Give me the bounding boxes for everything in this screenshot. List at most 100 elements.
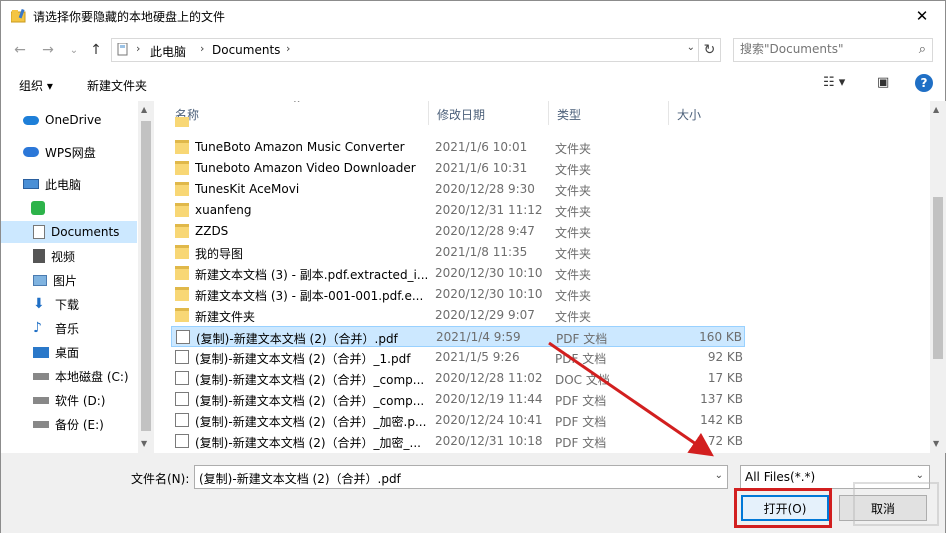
- list-item[interactable]: (复制)-新建文本文档 (2)（合并）_comp... 2020/12/19 11…: [171, 389, 745, 410]
- folder-icon: [175, 117, 189, 127]
- file-type: 文件夹: [555, 247, 592, 261]
- breadcrumb-separator: ›: [200, 42, 205, 55]
- navigation-row: ← → ⌄ ↑ › 此电脑 › Documents › ⌄ ↻ ⌕: [1, 35, 945, 65]
- sidebar-item-label: 本地磁盘 (C:): [55, 369, 129, 384]
- sidebar-item-drive-e[interactable]: 备份 (E:): [33, 413, 154, 435]
- list-item[interactable]: 新建文本文档 (3) - 副本-001-001.pdf.e... 2020/12/…: [171, 284, 745, 305]
- help-button[interactable]: ?: [915, 74, 933, 92]
- breadcrumb-documents[interactable]: Documents: [212, 43, 280, 57]
- address-bar[interactable]: › 此电脑 › Documents › ⌄: [111, 38, 699, 62]
- scroll-up-icon[interactable]: ▲: [141, 105, 147, 114]
- scroll-down-icon[interactable]: ▼: [933, 439, 939, 448]
- file-date: 2020/12/31 10:18: [435, 434, 543, 448]
- sidebar-item-drive-d[interactable]: 软件 (D:): [33, 389, 154, 411]
- file-list-scrollbar[interactable]: ▲ ▼: [930, 101, 946, 453]
- folder-icon: [175, 203, 189, 217]
- list-item[interactable]: (复制)-新建文本文档 (2)（合并）_1.pdf 2021/1/5 9:26 PD…: [171, 347, 745, 368]
- list-item[interactable]: (复制)-新建文本文档 (2)（合并）_加密_... 2020/12/31 10:…: [171, 431, 745, 452]
- file-name: Tuneboto Amazon Video Downloader: [195, 161, 416, 175]
- chevron-down-icon[interactable]: ⌄: [715, 470, 723, 481]
- file-type-value: All Files(*.*): [745, 470, 816, 484]
- file-date: 2021/1/6 10:01: [435, 140, 528, 154]
- navigation-pane: OneDrive WPS网盘 此电脑 Documents 视频 图片 ⬇ 下载: [1, 101, 154, 453]
- music-icon: ♪: [33, 320, 42, 336]
- sidebar-item-downloads[interactable]: ⬇ 下载: [33, 293, 154, 315]
- file-name: 新建文本文档 (3) - 副本-001-001.pdf.e...: [195, 289, 424, 303]
- sidebar-item-videos[interactable]: 视频: [33, 245, 154, 267]
- scrollbar-thumb[interactable]: [933, 197, 943, 359]
- sidebar-item-onedrive[interactable]: OneDrive: [23, 109, 154, 131]
- scroll-up-icon[interactable]: ▲: [933, 105, 939, 114]
- folder-icon: [175, 266, 189, 280]
- cloud-icon: [23, 115, 39, 125]
- search-box[interactable]: ⌕: [733, 38, 933, 62]
- computer-icon: [23, 179, 39, 189]
- file-type: DOC 文档: [555, 373, 610, 387]
- folder-pen-icon: [11, 9, 26, 23]
- list-item[interactable]: 我的导图 2021/1/8 11:35 文件夹: [171, 242, 745, 263]
- back-button[interactable]: ←: [9, 39, 31, 61]
- search-input[interactable]: [740, 42, 910, 56]
- organize-button[interactable]: 组织 ▾: [19, 77, 53, 94]
- help-icon: ?: [920, 76, 928, 90]
- recent-locations-button[interactable]: ⌄: [63, 39, 85, 61]
- list-item[interactable]: (复制)-新建文本文档 (2)（合并）_加密.p... 2020/12/24 10…: [171, 410, 745, 431]
- sidebar-item-documents[interactable]: Documents: [1, 221, 137, 243]
- sidebar-item-desktop[interactable]: 桌面: [33, 341, 154, 363]
- new-folder-button[interactable]: 新建文件夹: [87, 77, 147, 94]
- chevron-down-icon: ⌄: [69, 44, 79, 56]
- sidebar-item-music[interactable]: ♪ 音乐: [33, 317, 154, 339]
- filename-value: (复制)-新建文本文档 (2)（合并）.pdf: [199, 472, 401, 486]
- drive-icon: [33, 396, 49, 404]
- chevron-down-icon[interactable]: ⌄: [687, 42, 695, 53]
- scroll-down-icon[interactable]: ▼: [141, 439, 147, 448]
- list-item[interactable]: (复制)-新建文本文档 (2)（合并）.pdf 2021/1/4 9:59 PDF …: [171, 326, 745, 347]
- list-item[interactable]: ZZDS 2020/12/28 9:47 文件夹: [171, 221, 745, 242]
- sidebar-scrollbar[interactable]: ▲ ▼: [138, 101, 154, 453]
- list-item[interactable]: TunesKit AceMovi 2020/12/28 9:30 文件夹: [171, 179, 745, 200]
- file-open-dialog: 请选择你要隐藏的本地硬盘上的文件 ✕ ← → ⌄ ↑ › 此电脑 › Docum…: [0, 0, 946, 533]
- file-date: 2020/12/29 9:07: [435, 308, 535, 322]
- sidebar-item-drive-c[interactable]: 本地磁盘 (C:): [33, 365, 154, 387]
- forward-button[interactable]: →: [37, 39, 59, 61]
- file-size: 17 KB: [707, 371, 743, 385]
- list-item[interactable]: (复制)-新建文本文档 (2)（合并）_comp... 2020/12/28 11…: [171, 368, 745, 389]
- arrow-right-icon: →: [42, 42, 54, 58]
- folder-icon: [175, 140, 189, 154]
- file-type: PDF 文档: [556, 332, 608, 346]
- sidebar-item-this-pc[interactable]: 此电脑: [23, 173, 154, 195]
- sidebar-item-label: OneDrive: [45, 113, 102, 127]
- sidebar-item-label: 桌面: [55, 345, 80, 360]
- view-options-icon[interactable]: ☷ ▾: [823, 75, 845, 90]
- file-date: 2021/1/8 11:35: [435, 245, 528, 259]
- annotation-highlight-box: [734, 488, 832, 528]
- doc-file-icon: [175, 371, 189, 385]
- file-name: (复制)-新建文本文档 (2)（合并）_comp...: [195, 373, 425, 387]
- sidebar-item-label: 音乐: [55, 321, 80, 336]
- up-button[interactable]: ↑: [85, 39, 107, 61]
- pdf-file-icon: [176, 330, 190, 344]
- sidebar-item-app[interactable]: [31, 197, 154, 219]
- list-item-clipped[interactable]: [171, 117, 745, 127]
- refresh-button[interactable]: ↻: [699, 38, 721, 62]
- list-item[interactable]: xuanfeng 2020/12/31 11:12 文件夹: [171, 200, 745, 221]
- preview-pane-icon[interactable]: ▣: [877, 75, 889, 90]
- file-name: 我的导图: [195, 247, 244, 261]
- list-item[interactable]: 新建文件夹 2020/12/29 9:07 文件夹: [171, 305, 745, 326]
- sidebar-item-pictures[interactable]: 图片: [33, 269, 154, 291]
- file-size: 92 KB: [707, 350, 743, 364]
- folder-icon: [175, 308, 189, 322]
- list-item[interactable]: TuneBoto Amazon Music Converter 2021/1/6 …: [171, 137, 745, 158]
- close-button[interactable]: ✕: [899, 1, 945, 31]
- list-item[interactable]: Tuneboto Amazon Video Downloader 2021/1/6…: [171, 158, 745, 179]
- sidebar-item-wps-cloud[interactable]: WPS网盘: [23, 141, 154, 163]
- filename-label: 文件名(N):: [131, 472, 190, 486]
- arrow-up-icon: ↑: [90, 42, 102, 58]
- scrollbar-thumb[interactable]: [141, 121, 151, 431]
- filename-input[interactable]: (复制)-新建文本文档 (2)（合并）.pdf ⌄: [194, 465, 728, 489]
- window-title: 请选择你要隐藏的本地硬盘上的文件: [33, 10, 226, 24]
- breadcrumb-this-pc[interactable]: 此电脑: [150, 43, 186, 60]
- desktop-icon: [33, 346, 49, 358]
- file-type: 文件夹: [555, 142, 592, 156]
- list-item[interactable]: 新建文本文档 (3) - 副本.pdf.extracted_i... 2020/1…: [171, 263, 745, 284]
